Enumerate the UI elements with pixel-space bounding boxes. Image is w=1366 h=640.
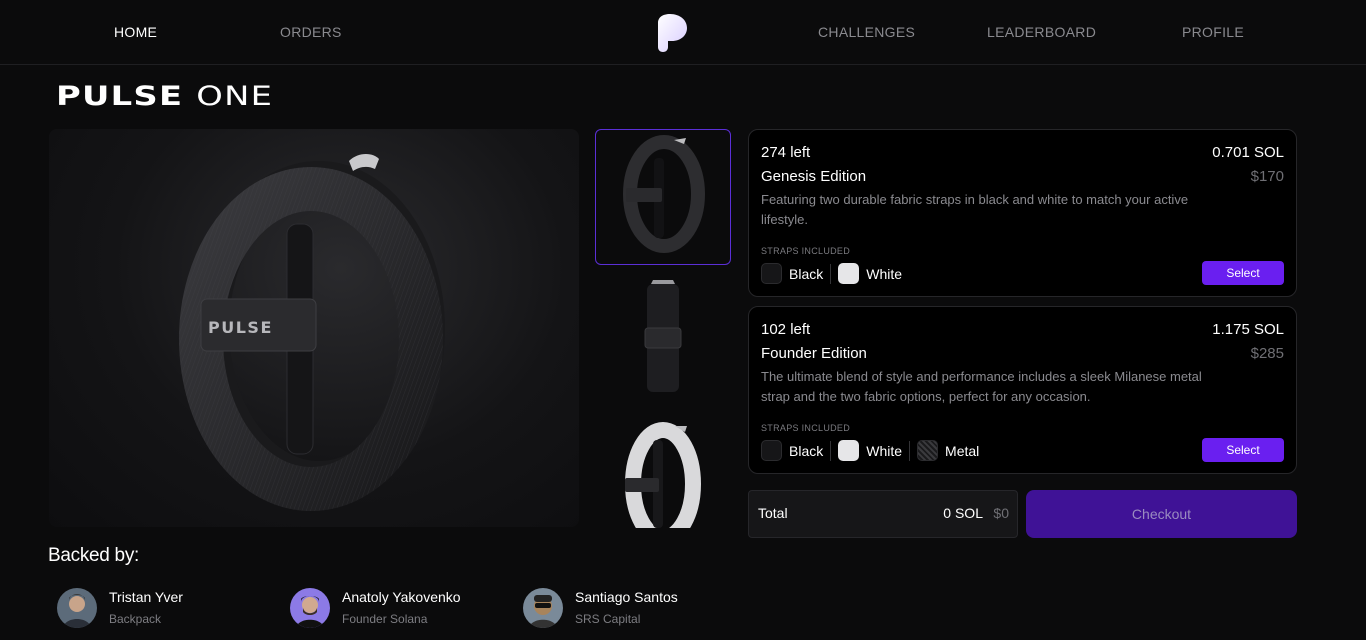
edition-card-founder[interactable]: 102 left 1.175 SOL Founder Edition $285 … bbox=[748, 306, 1297, 474]
backer-anatoly: Anatoly Yakovenko Founder Solana bbox=[290, 588, 461, 628]
price-sol: 1.175 SOL bbox=[1212, 321, 1284, 338]
strap-black: Black bbox=[761, 440, 823, 461]
select-genesis-button[interactable]: Select bbox=[1202, 261, 1284, 285]
avatar-person-icon bbox=[290, 588, 330, 628]
checkout-button[interactable]: Checkout bbox=[1026, 490, 1297, 538]
backer-org: SRS Capital bbox=[575, 612, 641, 626]
divider bbox=[830, 440, 832, 461]
pulse-logo-icon[interactable] bbox=[656, 14, 688, 52]
stock-remaining: 102 left bbox=[761, 321, 811, 338]
wristband-illustration: PULSE bbox=[179, 154, 445, 511]
black-swatch-icon bbox=[761, 440, 782, 461]
divider bbox=[909, 440, 911, 461]
nav-challenges[interactable]: CHALLENGES bbox=[818, 24, 915, 40]
stock-remaining: 274 left bbox=[761, 144, 811, 161]
strap-label: Black bbox=[789, 442, 824, 459]
avatar-person-icon bbox=[523, 588, 563, 628]
price-usd: $285 bbox=[1250, 345, 1284, 362]
product-main-image: PULSE bbox=[49, 129, 579, 527]
strap-label: White bbox=[866, 265, 903, 282]
order-total: Total 0 SOL $0 bbox=[748, 490, 1018, 538]
strap-label: Black bbox=[789, 265, 824, 282]
edition-description: Featuring two durable fabric straps in b… bbox=[761, 192, 1189, 227]
nav-orders[interactable]: ORDERS bbox=[280, 24, 342, 40]
top-nav: HOME ORDERS CHALLENGES LEADERBOARD PROFI… bbox=[0, 0, 1366, 65]
avatar bbox=[523, 588, 563, 628]
backer-org: Backpack bbox=[109, 612, 162, 626]
price-sol: 0.701 SOL bbox=[1212, 144, 1284, 161]
divider bbox=[830, 263, 832, 284]
thumbnail-black-strap[interactable] bbox=[595, 276, 731, 412]
select-founder-button[interactable]: Select bbox=[1202, 438, 1284, 462]
straps-list: Black White bbox=[761, 263, 902, 284]
straps-included-label: STRAPS INCLUDED bbox=[761, 423, 851, 433]
backed-by-heading: Backed by: bbox=[48, 545, 139, 566]
thumbnail-black-band[interactable] bbox=[595, 129, 731, 265]
white-swatch-icon bbox=[838, 440, 860, 461]
backer-tristan: Tristan Yver Backpack bbox=[57, 588, 183, 628]
backer-name: Anatoly Yakovenko bbox=[342, 589, 461, 605]
white-swatch-icon bbox=[838, 263, 860, 284]
nav-profile[interactable]: PROFILE bbox=[1182, 24, 1244, 40]
backer-name: Santiago Santos bbox=[575, 589, 678, 605]
straps-list: Black White Metal bbox=[761, 440, 979, 461]
product-title: PULSE ONE bbox=[56, 82, 273, 112]
backer-org: Founder Solana bbox=[342, 612, 428, 626]
thumb-band-white-icon bbox=[625, 422, 701, 528]
backer-santiago: Santiago Santos SRS Capital bbox=[523, 588, 678, 628]
strap-label: Metal bbox=[945, 442, 980, 459]
device-label: PULSE bbox=[208, 318, 273, 337]
price-usd: $170 bbox=[1250, 168, 1284, 185]
edition-description: The ultimate blend of style and performa… bbox=[761, 369, 1202, 404]
edition-card-genesis[interactable]: 274 left 0.701 SOL Genesis Edition $170 … bbox=[748, 129, 1297, 297]
nav-leaderboard[interactable]: LEADERBOARD bbox=[987, 24, 1096, 40]
metal-swatch-icon bbox=[917, 440, 939, 461]
product-title-bold: PULSE bbox=[56, 81, 184, 112]
strap-metal: Metal bbox=[917, 440, 979, 461]
edition-name: Genesis Edition bbox=[761, 168, 867, 185]
avatar bbox=[290, 588, 330, 628]
thumb-strap-black-icon bbox=[644, 280, 682, 392]
product-title-light: ONE bbox=[196, 81, 274, 112]
avatar bbox=[57, 588, 97, 628]
total-label: Total bbox=[758, 505, 788, 521]
avatar-person-icon bbox=[57, 588, 97, 628]
straps-included-label: STRAPS INCLUDED bbox=[761, 246, 851, 256]
backer-name: Tristan Yver bbox=[109, 589, 183, 605]
total-sol: 0 SOL bbox=[943, 505, 983, 521]
strap-label: White bbox=[866, 442, 903, 459]
strap-white: White bbox=[838, 263, 902, 284]
strap-black: Black bbox=[761, 263, 823, 284]
black-swatch-icon bbox=[761, 263, 782, 284]
nav-home[interactable]: HOME bbox=[114, 24, 157, 40]
strap-white: White bbox=[838, 440, 902, 461]
thumb-band-black-icon bbox=[623, 135, 705, 253]
thumbnail-white-band[interactable] bbox=[595, 420, 731, 528]
edition-name: Founder Edition bbox=[761, 345, 867, 362]
total-usd: $0 bbox=[993, 505, 1009, 521]
